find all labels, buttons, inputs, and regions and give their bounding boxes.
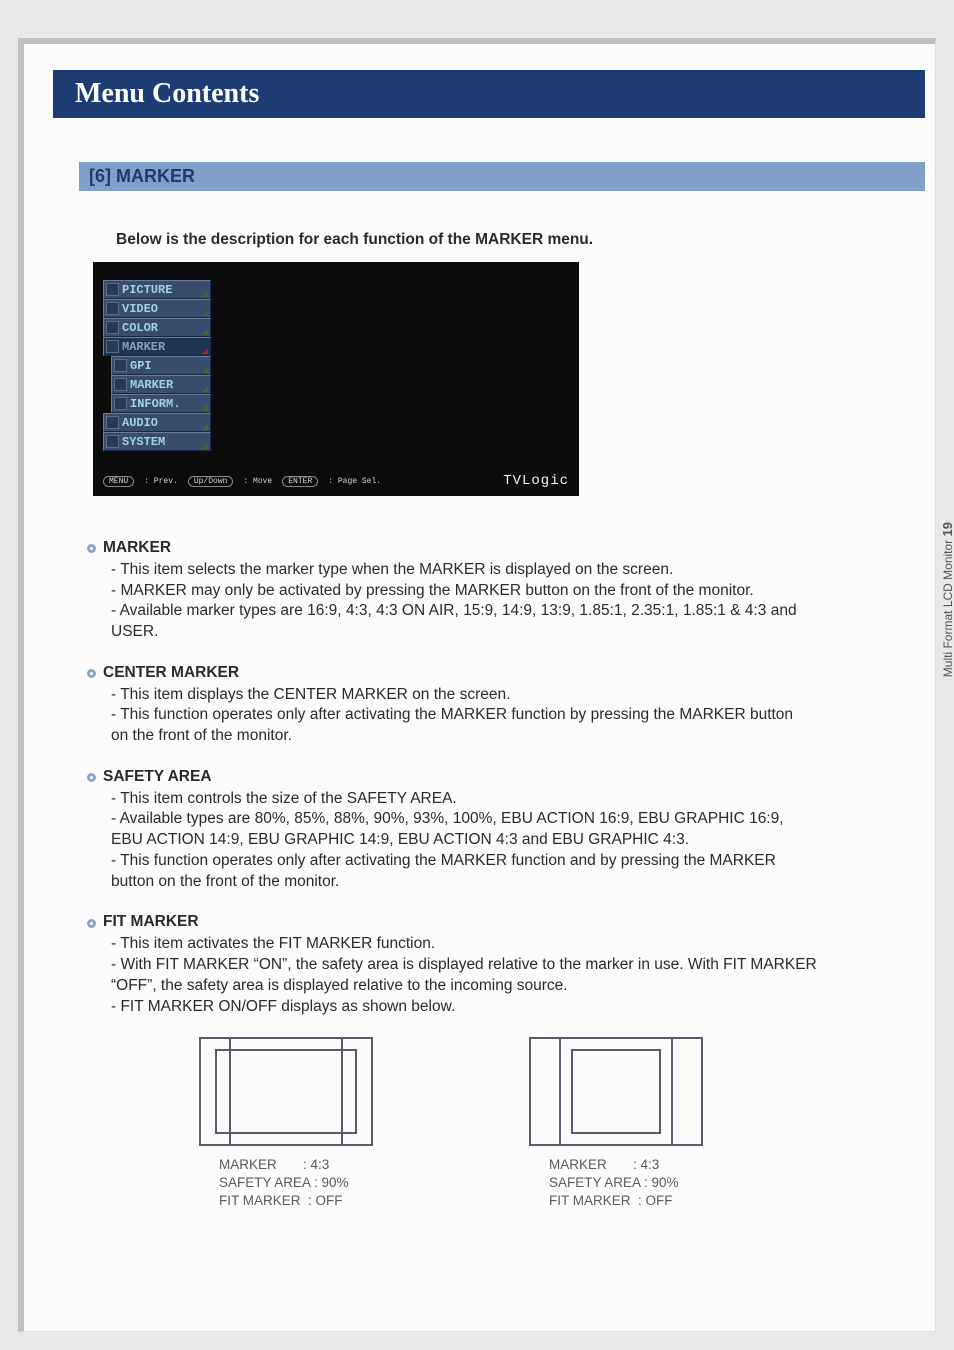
triangle-icon [202, 405, 208, 411]
marker-right-line [671, 1039, 673, 1144]
triangle-icon [202, 424, 208, 430]
triangle-icon [202, 329, 208, 335]
audio-icon [106, 416, 119, 429]
marker-left-line [559, 1039, 561, 1144]
tab-marker-sub: MARKER [111, 375, 211, 394]
item-title: MARKER [103, 538, 171, 559]
triangle-icon [202, 348, 208, 354]
section-title: [6] MARKER [89, 166, 195, 187]
item-line: - This function operates only after acti… [87, 705, 925, 747]
video-icon [106, 302, 119, 315]
tab-system: SYSTEM [103, 432, 211, 451]
item-marker: MARKER - This item selects the marker ty… [87, 538, 925, 643]
triangle-icon [202, 443, 208, 449]
item-line: - This item selects the marker type when… [87, 560, 925, 581]
item-line: - FIT MARKER ON/OFF displays as shown be… [87, 997, 925, 1018]
bullet-icon [87, 544, 96, 553]
bullet-icon [87, 919, 96, 928]
menu-footer: MENU: Prev. Up/Down: Move ENTER: Page Se… [103, 473, 569, 489]
item-center-marker: CENTER MARKER - This item displays the C… [87, 663, 925, 747]
diagram-fit-on: MARKER : 4:3 SAFETY AREA : 90% FIT MARKE… [529, 1037, 703, 1210]
triangle-icon [202, 291, 208, 297]
triangle-icon [202, 310, 208, 316]
tab-marker-selected: MARKER [103, 337, 211, 356]
marker-icon [106, 340, 119, 353]
marker-icon [114, 378, 127, 391]
system-icon [106, 435, 119, 448]
tab-picture: PICTURE [103, 280, 211, 299]
picture-icon [106, 283, 119, 296]
color-icon [106, 321, 119, 334]
item-line: - Available marker types are 16:9, 4:3, … [87, 601, 925, 643]
diagram-caption: MARKER : 4:3 SAFETY AREA : 90% FIT MARKE… [549, 1156, 679, 1210]
bullet-icon [87, 773, 96, 782]
item-line: - MARKER may only be activated by pressi… [87, 581, 925, 602]
intro-text: Below is the description for each functi… [116, 231, 593, 249]
side-label: Multi Format LCD Monitor 19 [940, 522, 954, 677]
safety-area-box [215, 1049, 357, 1134]
item-title: CENTER MARKER [103, 663, 239, 684]
content-body: MARKER - This item selects the marker ty… [87, 538, 925, 1211]
page-number: 19 [940, 522, 954, 536]
diagram-fit-off: MARKER : 4:3 SAFETY AREA : 90% FIT MARKE… [199, 1037, 373, 1210]
menu-hint: MENU [103, 476, 134, 487]
document-page: Menu Contents [6] MARKER Below is the de… [18, 38, 936, 1332]
updown-hint: Up/Down [188, 476, 234, 487]
item-line: - This function operates only after acti… [87, 851, 925, 893]
diagram-box [199, 1037, 373, 1146]
inform-icon [114, 397, 127, 410]
menu-screenshot: PICTURE VIDEO COLOR MARKER GPI MARKER IN… [93, 262, 579, 496]
item-line: - This item activates the FIT MARKER fun… [87, 934, 925, 955]
item-title: FIT MARKER [103, 912, 199, 933]
gpi-icon [114, 359, 127, 372]
section-bar: [6] MARKER [79, 162, 925, 191]
item-line: - This item controls the size of the SAF… [87, 789, 925, 810]
safety-area-box [571, 1049, 661, 1134]
diagram-box [529, 1037, 703, 1146]
triangle-icon [202, 386, 208, 392]
diagram-caption: MARKER : 4:3 SAFETY AREA : 90% FIT MARKE… [219, 1156, 349, 1210]
tab-color: COLOR [103, 318, 211, 337]
triangle-icon [202, 367, 208, 373]
tab-gpi: GPI [111, 356, 211, 375]
brand-logo: TVLogic [503, 473, 569, 489]
item-fit-marker: FIT MARKER - This item activates the FIT… [87, 912, 925, 1017]
title-bar: Menu Contents [53, 70, 925, 118]
tab-inform: INFORM. [111, 394, 211, 413]
enter-hint: ENTER [282, 476, 318, 487]
page-title: Menu Contents [75, 78, 259, 110]
bullet-icon [87, 669, 96, 678]
diagram-row: MARKER : 4:3 SAFETY AREA : 90% FIT MARKE… [199, 1037, 925, 1210]
item-line: - Available types are 80%, 85%, 88%, 90%… [87, 809, 925, 851]
item-safety-area: SAFETY AREA - This item controls the siz… [87, 767, 925, 893]
tab-audio: AUDIO [103, 413, 211, 432]
tab-video: VIDEO [103, 299, 211, 318]
item-line: - This item displays the CENTER MARKER o… [87, 685, 925, 706]
item-line: - With FIT MARKER “ON”, the safety area … [87, 955, 925, 997]
item-title: SAFETY AREA [103, 767, 212, 788]
